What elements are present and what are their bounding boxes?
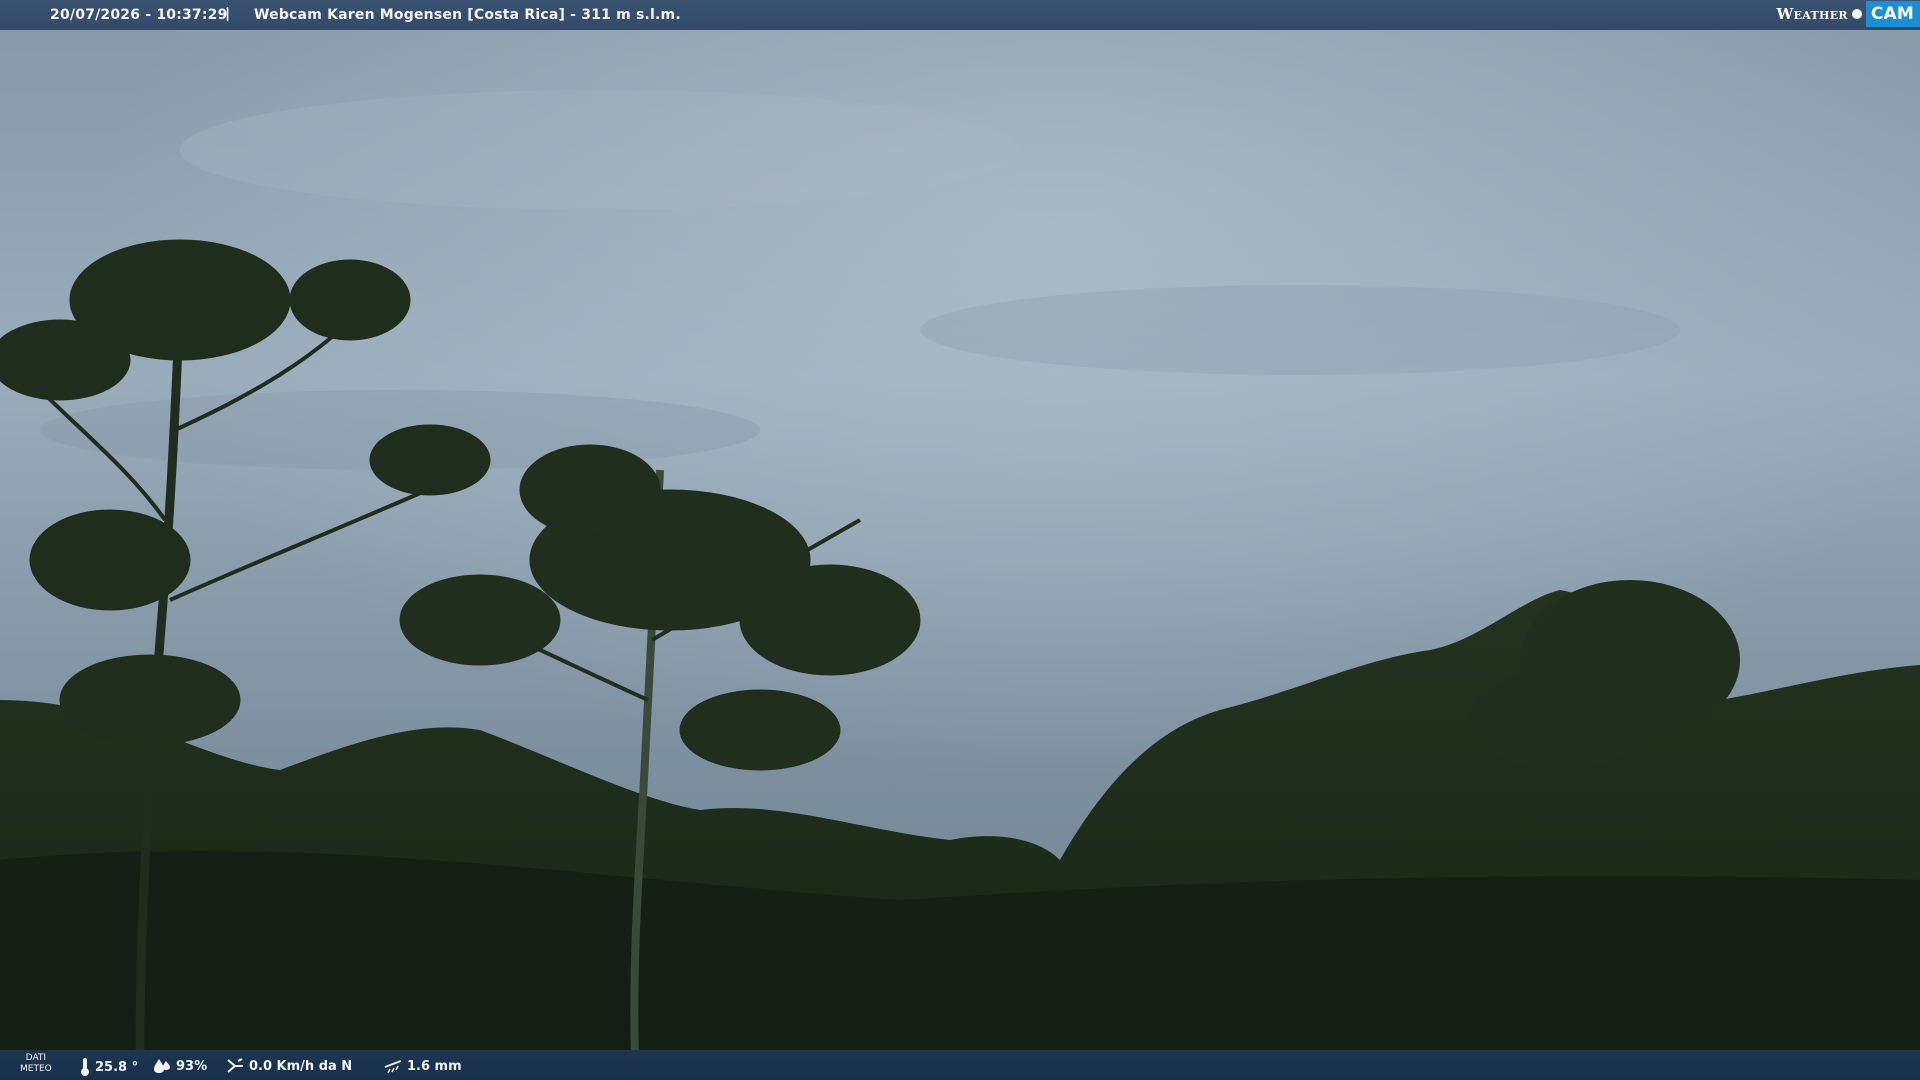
weather-label-line2: METEO	[20, 1064, 52, 1074]
weather-label-line1: DATI	[25, 1053, 47, 1063]
thermometer-icon	[81, 1058, 89, 1076]
rain-reading: 1.6 mm	[384, 1058, 462, 1074]
wind-reading: 0.0 Km/h da N	[226, 1058, 352, 1074]
webcam-image	[0, 0, 1920, 1080]
humidity-reading: 93%	[153, 1058, 207, 1074]
humidity-value: 93%	[176, 1058, 208, 1074]
timestamp: 20/07/2026 - 10:37:29	[50, 7, 228, 23]
humidity-drop-icon	[154, 1059, 170, 1073]
header-bar: 20/07/2026 - 10:37:29 | Webcam Karen Mog…	[0, 0, 1920, 30]
temperature-reading: 25.8 °	[80, 1058, 138, 1076]
weather-data-label: DATI METEO	[20, 1053, 52, 1075]
temperature-value: 25.8 °	[95, 1059, 139, 1075]
logo-text-cam: CAM	[1865, 1, 1920, 27]
wind-value: 0.0 Km/h da N	[249, 1058, 353, 1074]
wind-icon	[227, 1058, 243, 1073]
header-separator: |	[225, 6, 231, 22]
rain-value: 1.6 mm	[407, 1058, 462, 1074]
weather-data-bar: DATI METEO 25.8 ° 93% 0.0 Km/h da N 1.6	[0, 1050, 1920, 1080]
webcam-title: Webcam Karen Mogensen [Costa Rica] - 311…	[254, 7, 681, 23]
weathercam-logo[interactable]: Weather CAM	[1776, 0, 1920, 28]
logo-dot-icon	[1851, 9, 1862, 19]
logo-text-weather: Weather	[1776, 5, 1848, 23]
rain-icon	[384, 1060, 402, 1074]
